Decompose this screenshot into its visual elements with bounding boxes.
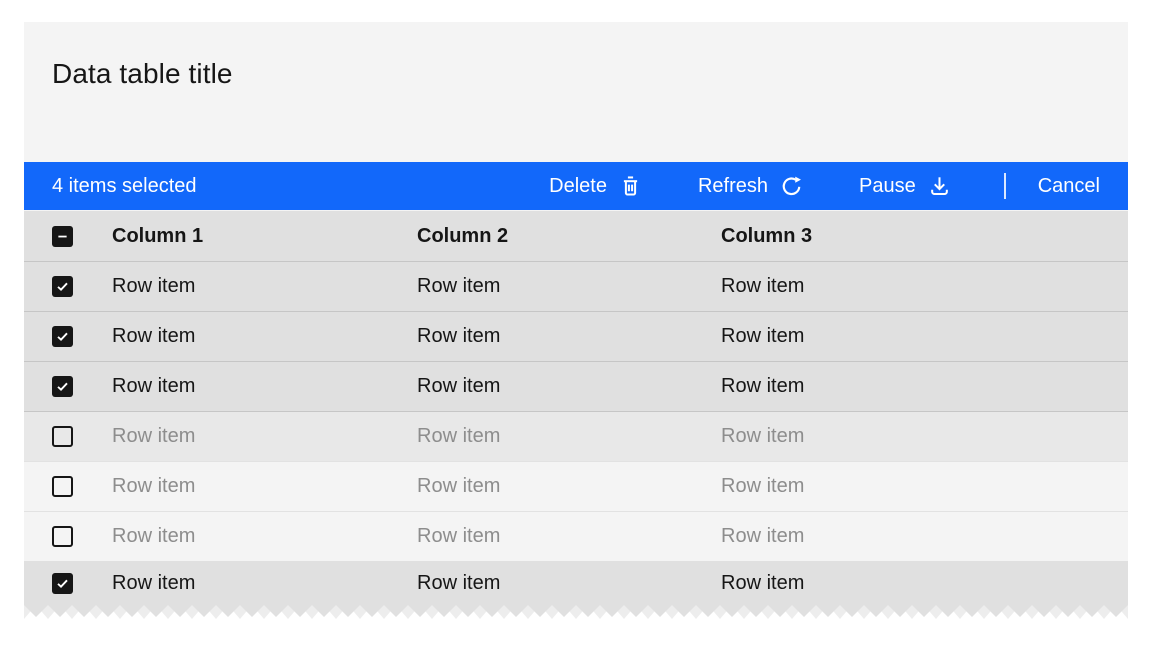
cell: Row item	[721, 325, 1128, 348]
row-checkbox[interactable]	[52, 476, 73, 497]
page-title: Data table title	[52, 58, 1100, 90]
table-row[interactable]: Row item Row item Row item	[24, 361, 1128, 411]
cell: Row item	[721, 525, 1128, 548]
row-checkbox[interactable]	[52, 376, 73, 397]
cell: Row item	[721, 572, 1128, 595]
batch-actions-group: Delete Refresh	[525, 162, 1128, 210]
cell: Row item	[721, 475, 1128, 498]
column-header-2: Column 2	[417, 225, 721, 248]
row-checkbox[interactable]	[52, 326, 73, 347]
download-icon	[928, 175, 951, 198]
cancel-button-label: Cancel	[1038, 175, 1100, 198]
table-header-row: Column 1 Column 2 Column 3	[24, 211, 1128, 261]
refresh-icon	[780, 175, 803, 198]
cell: Row item	[417, 475, 721, 498]
cell: Row item	[417, 425, 721, 448]
cell: Row item	[417, 375, 721, 398]
table-row[interactable]: Row item Row item Row item	[24, 261, 1128, 311]
cell: Row item	[417, 275, 721, 298]
cell: Row item	[112, 572, 417, 595]
batch-actions-bar: 4 items selected Delete Refresh	[24, 162, 1128, 211]
table-row[interactable]: Row item Row item Row item	[24, 411, 1128, 461]
refresh-button[interactable]: Refresh	[674, 162, 827, 210]
table-row[interactable]: Row item Row item Row item	[24, 561, 1128, 605]
column-header-3: Column 3	[721, 225, 1128, 248]
row-checkbox[interactable]	[52, 573, 73, 594]
cell: Row item	[417, 525, 721, 548]
trash-icon	[619, 175, 642, 198]
data-table: Data table title 4 items selected Delete	[24, 22, 1128, 620]
pause-button-label: Pause	[859, 175, 916, 198]
table-title-section: Data table title	[24, 22, 1128, 162]
pause-button[interactable]: Pause	[835, 162, 975, 210]
cell: Row item	[112, 325, 417, 348]
row-checkbox[interactable]	[52, 526, 73, 547]
table-row[interactable]: Row item Row item Row item	[24, 461, 1128, 511]
cell: Row item	[721, 275, 1128, 298]
cell: Row item	[112, 475, 417, 498]
actions-divider	[1004, 173, 1006, 199]
cell: Row item	[112, 275, 417, 298]
column-header-1: Column 1	[112, 225, 417, 248]
cell: Row item	[417, 572, 721, 595]
torn-edge	[24, 605, 1128, 620]
select-all-checkbox[interactable]	[52, 226, 73, 247]
cell: Row item	[112, 525, 417, 548]
cell: Row item	[112, 425, 417, 448]
row-checkbox[interactable]	[52, 276, 73, 297]
cell: Row item	[417, 325, 721, 348]
delete-button-label: Delete	[549, 175, 607, 198]
table-row[interactable]: Row item Row item Row item	[24, 511, 1128, 561]
cell: Row item	[721, 425, 1128, 448]
cancel-button[interactable]: Cancel	[1014, 162, 1124, 210]
delete-button[interactable]: Delete	[525, 162, 666, 210]
cell: Row item	[721, 375, 1128, 398]
refresh-button-label: Refresh	[698, 175, 768, 198]
selected-count-label: 4 items selected	[52, 175, 197, 198]
table-row[interactable]: Row item Row item Row item	[24, 311, 1128, 361]
row-checkbox[interactable]	[52, 426, 73, 447]
cell: Row item	[112, 375, 417, 398]
